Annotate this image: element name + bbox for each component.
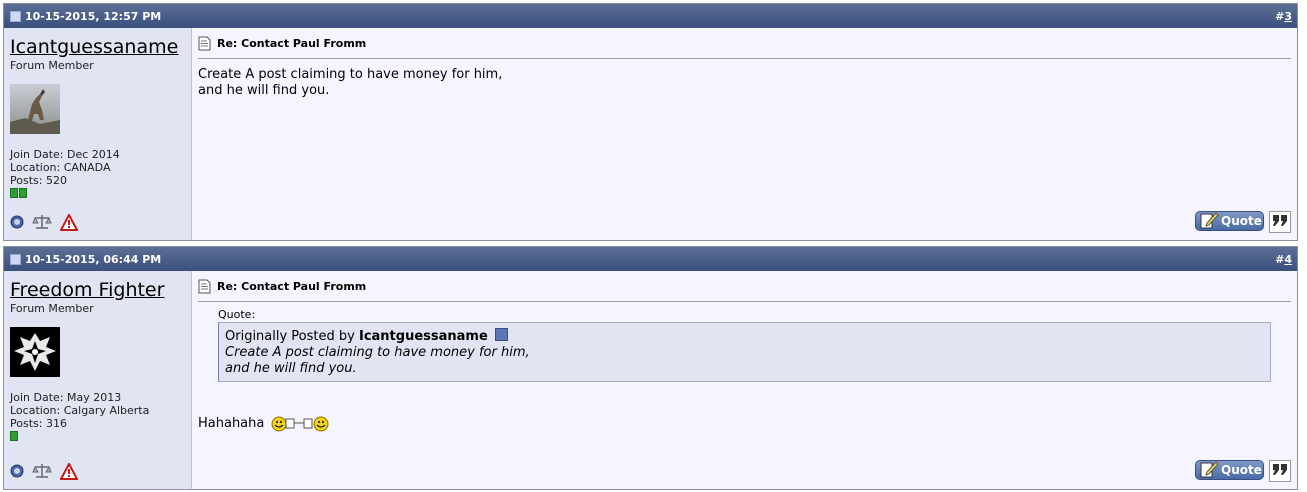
username-link[interactable]: Freedom Fighter: [10, 279, 164, 301]
post-content: Re: Contact Paul Fromm Create A post cla…: [192, 28, 1297, 240]
post-3: 10-15-2015, 12:57 PM #3 Icantguessaname …: [3, 3, 1298, 241]
quote-button[interactable]: Quote: [1195, 460, 1264, 480]
avatar[interactable]: [10, 327, 60, 377]
user-stats: Join Date: May 2013 Location: Calgary Al…: [10, 391, 149, 441]
join-date: Join Date: Dec 2014: [10, 148, 120, 161]
quote-line: and he will find you.: [225, 361, 357, 376]
location: Location: Calgary Alberta: [10, 404, 150, 417]
post-number: #3: [1275, 10, 1292, 23]
reputation-bar[interactable]: [10, 188, 120, 198]
report-post-icon[interactable]: [60, 213, 78, 231]
post-count: Posts: 316: [10, 417, 67, 430]
user-sidebar: Icantguessaname Forum Member Join Date: …: [4, 28, 192, 240]
user-title: Forum Member: [10, 302, 94, 315]
quoted-username: Icantguessaname: [358, 329, 488, 344]
multiquote-icon[interactable]: [1269, 211, 1291, 233]
quote-button[interactable]: Quote: [1195, 211, 1264, 231]
post-document-icon: [198, 36, 211, 51]
post-message: Create A post claiming to have money for…: [198, 67, 503, 98]
post-title: Re: Contact Paul Fromm: [198, 279, 366, 294]
report-post-icon[interactable]: [60, 462, 78, 480]
user-title: Forum Member: [10, 59, 94, 72]
offline-status-icon[interactable]: [10, 215, 24, 229]
location: Location: CANADA: [10, 161, 111, 174]
quote-pencil-icon: [1200, 212, 1219, 229]
user-stats: Join Date: Dec 2014 Location: CANADA Pos…: [10, 148, 120, 198]
quote-label: Quote:: [218, 308, 256, 321]
user-sidebar: Freedom Fighter Forum Member Join Date: …: [4, 271, 192, 489]
post-4: 10-15-2015, 06:44 PM #4 Freedom Fighter …: [3, 246, 1298, 490]
user-action-icons: [10, 213, 78, 231]
join-date: Join Date: May 2013: [10, 391, 122, 404]
quote-attribution: Originally Posted by Icantguessaname: [225, 328, 1264, 345]
post-document-icon: [198, 279, 211, 294]
post-date-icon: [10, 11, 21, 22]
quote-pencil-icon: [1200, 461, 1219, 478]
post-content: Re: Contact Paul Fromm Quote: Originally…: [192, 271, 1297, 489]
post-title: Re: Contact Paul Fromm: [198, 36, 366, 51]
reputation-pip: [10, 188, 18, 198]
quote-line: Create A post claiming to have money for…: [225, 345, 530, 360]
reputation-bar[interactable]: [10, 431, 149, 441]
quote-box: Originally Posted by Icantguessaname Cre…: [218, 322, 1271, 382]
avatar[interactable]: [10, 84, 60, 134]
title-divider: [198, 301, 1291, 302]
post-header: 10-15-2015, 12:57 PM #3: [4, 4, 1297, 28]
reputation-pip: [19, 188, 27, 198]
post-date-icon: [10, 254, 21, 265]
offline-status-icon[interactable]: [10, 464, 24, 478]
cheers-smiley-icon: [271, 416, 329, 432]
post-number-link[interactable]: 4: [1284, 253, 1292, 266]
multiquote-icon[interactable]: [1269, 460, 1291, 482]
post-number-link[interactable]: 3: [1284, 10, 1292, 23]
username-link[interactable]: Icantguessaname: [10, 36, 178, 58]
post-header: 10-15-2015, 06:44 PM #4: [4, 247, 1297, 271]
post-count: Posts: 520: [10, 174, 67, 187]
reputation-scales-icon[interactable]: [32, 462, 52, 480]
view-post-arrow-icon[interactable]: [494, 328, 508, 341]
reputation-pip: [10, 431, 18, 441]
post-number: #4: [1275, 253, 1292, 266]
post-date: 10-15-2015, 12:57 PM: [10, 10, 161, 23]
title-divider: [198, 58, 1291, 59]
post-date: 10-15-2015, 06:44 PM: [10, 253, 161, 266]
post-message: Hahahaha: [198, 414, 329, 432]
user-action-icons: [10, 462, 78, 480]
reputation-scales-icon[interactable]: [32, 213, 52, 231]
